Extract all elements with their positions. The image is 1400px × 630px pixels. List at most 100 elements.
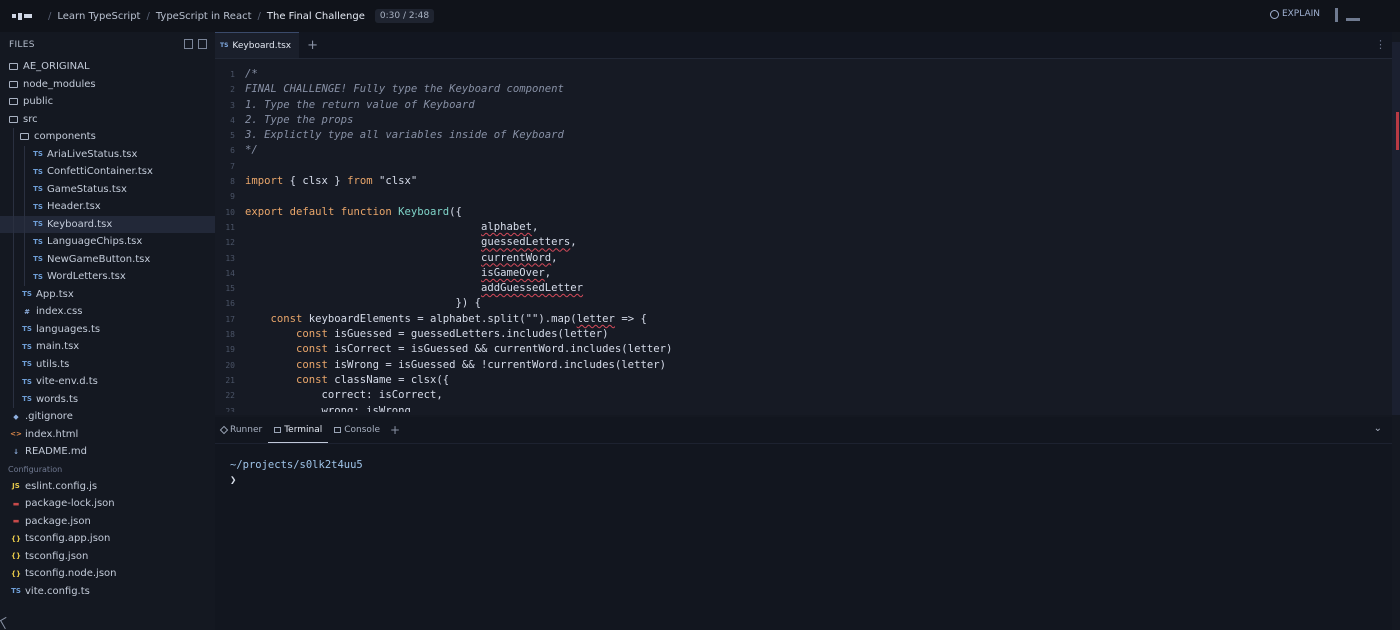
code-line[interactable]: 6 */	[215, 143, 1392, 158]
typescript-icon: TS	[22, 360, 32, 369]
code-line[interactable]: 2 FINAL CHALLENGE! Fully type the Keyboar…	[215, 82, 1392, 97]
file-name: .gitignore	[25, 411, 73, 423]
chevron-down-icon[interactable]: ⌄	[1374, 423, 1382, 434]
tab-runner[interactable]: Runner	[215, 417, 268, 443]
line-number: 14	[225, 268, 235, 278]
tab-terminal[interactable]: Terminal	[268, 417, 329, 443]
file-item[interactable]: {} tsconfig.json	[0, 548, 215, 566]
file-item[interactable]: TS Header.tsx	[0, 198, 215, 216]
code-line[interactable]: 7	[215, 159, 1392, 174]
layout-toggle-icon[interactable]	[1335, 8, 1338, 22]
file-tree: AE_ORIGINAL node_modulespublic src componen…	[0, 58, 215, 600]
breadcrumb-course[interactable]: Learn TypeScript	[57, 11, 140, 22]
code-line[interactable]: 20 const isWrong = isGuessed && !current…	[215, 358, 1392, 373]
file-item[interactable]: TS utils.ts	[0, 355, 215, 373]
file-item[interactable]: TS vite.config.ts	[0, 583, 215, 601]
line-number: 23	[225, 406, 235, 412]
tab-console-label: Console	[344, 425, 380, 435]
new-folder-icon[interactable]	[198, 39, 207, 49]
file-name: package-lock.json	[25, 498, 115, 510]
code-line[interactable]: 17 const keyboardElements = alphabet.spl…	[215, 312, 1392, 327]
code-line[interactable]: 4 2. Type the props	[215, 113, 1392, 128]
file-item[interactable]: ▬ package-lock.json	[0, 495, 215, 513]
code-line[interactable]: 21 const className = clsx({	[215, 373, 1392, 388]
tab-console[interactable]: Console	[328, 417, 386, 443]
explain-label: EXPLAIN	[1281, 9, 1320, 19]
app-logo-icon[interactable]	[12, 12, 32, 20]
file-name: vite-env.d.ts	[36, 376, 98, 388]
code-line[interactable]: 15 addGuessedLetter	[215, 281, 1392, 296]
line-number: 7	[230, 161, 235, 171]
line-number: 16	[225, 299, 235, 309]
file-item[interactable]: TS LanguageChips.tsx	[0, 233, 215, 251]
typescript-icon: TS	[11, 587, 21, 596]
typescript-icon: TS	[33, 272, 43, 281]
file-item[interactable]: TS AriaLiveStatus.tsx	[0, 145, 215, 163]
folder-item[interactable]: node_modules	[0, 76, 215, 94]
file-item[interactable]: TS NewGameButton.tsx	[0, 250, 215, 268]
code-line[interactable]: 9	[215, 189, 1392, 204]
terminal-output[interactable]: ~/projects/s0lk2t4uu5 ❯	[215, 444, 1392, 502]
code-line[interactable]: 16 }) {	[215, 296, 1392, 311]
file-name: utils.ts	[36, 358, 70, 370]
new-file-icon[interactable]	[184, 39, 193, 49]
code-line[interactable]: 5 3. Explictly type all variables inside …	[215, 128, 1392, 143]
code-text: const className = clsx({	[296, 373, 450, 386]
json-icon: {}	[11, 552, 21, 561]
code-line[interactable]: 12 guessedLetters,	[215, 235, 1392, 250]
code-line[interactable]: 19 const isCorrect = isGuessed && curren…	[215, 342, 1392, 357]
editor-tabs: TS Keyboard.tsx +	[215, 32, 1392, 59]
explain-button[interactable]: EXPLAIN	[1269, 9, 1320, 19]
file-item[interactable]: JS eslint.config.js	[0, 478, 215, 496]
folder-item[interactable]: src	[0, 111, 215, 129]
file-name: public	[23, 96, 54, 108]
file-item[interactable]: TS WordLetters.tsx	[0, 268, 215, 286]
file-item[interactable]: # index.css	[0, 303, 215, 321]
code-line[interactable]: 3 1. Type the return value of Keyboard	[215, 98, 1392, 113]
code-line[interactable]: 11 alphabet,	[215, 220, 1392, 235]
folder-item[interactable]: AE_ORIGINAL	[0, 58, 215, 76]
file-item[interactable]: ▬ package.json	[0, 513, 215, 531]
folder-item[interactable]: public	[0, 93, 215, 111]
file-item[interactable]: TS words.ts	[0, 390, 215, 408]
code-line[interactable]: 14 isGameOver,	[215, 266, 1392, 281]
add-tab-icon[interactable]: +	[307, 38, 318, 53]
file-name: words.ts	[36, 393, 79, 405]
code-line[interactable]: 8 import { clsx } from "clsx"	[215, 174, 1392, 189]
file-item[interactable]: TS languages.ts	[0, 320, 215, 338]
file-item[interactable]: ↓ README.md	[0, 443, 215, 461]
folder-icon	[9, 115, 18, 123]
file-item[interactable]: ◆ .gitignore	[0, 408, 215, 426]
code-text: import { clsx } from "clsx"	[245, 175, 418, 188]
typescript-icon: TS	[22, 395, 32, 404]
more-options-icon[interactable]: ⋮	[1375, 38, 1386, 51]
code-line[interactable]: 1 /*	[215, 67, 1392, 82]
breadcrumb-section[interactable]: TypeScript in React	[156, 11, 252, 22]
file-item[interactable]: TS GameStatus.tsx	[0, 180, 215, 198]
line-number: 2	[230, 85, 235, 95]
file-item[interactable]: TS main.tsx	[0, 338, 215, 356]
tab-keyboard-tsx[interactable]: TS Keyboard.tsx	[215, 32, 300, 58]
file-item[interactable]: TS Keyboard.tsx	[0, 215, 215, 233]
code-line[interactable]: 13 currentWord,	[215, 251, 1392, 266]
folder-icon	[20, 133, 29, 141]
file-item[interactable]: TS App.tsx	[0, 285, 215, 303]
line-number: 22	[225, 391, 235, 401]
file-item[interactable]: <> index.html	[0, 426, 215, 444]
file-item[interactable]: TS vite-env.d.ts	[0, 373, 215, 391]
file-name: tsconfig.node.json	[25, 568, 117, 580]
minimize-icon[interactable]	[1346, 17, 1360, 21]
code-line[interactable]: 10 export default function Keyboard({	[215, 205, 1392, 220]
file-name: AE_ORIGINAL	[23, 61, 90, 73]
code-line[interactable]: 23 wrong: isWrong	[215, 404, 1392, 412]
typescript-icon: TS	[33, 167, 43, 176]
file-item[interactable]: {} tsconfig.app.json	[0, 530, 215, 548]
add-panel-icon[interactable]: +	[390, 423, 400, 437]
file-item[interactable]: TS ConfettiContainer.tsx	[0, 163, 215, 181]
file-item[interactable]: {} tsconfig.node.json	[0, 565, 215, 583]
code-line[interactable]: 18 const isGuessed = guessedLetters.incl…	[215, 327, 1392, 342]
code-area[interactable]: 1 /* 2 FINAL CHALLENGE! Fully type the Keyb…	[215, 67, 1392, 412]
folder-item[interactable]: components	[0, 128, 215, 146]
code-line[interactable]: 22 correct: isCorrect,	[215, 388, 1392, 403]
editor-scrollbar[interactable]	[1392, 42, 1400, 415]
